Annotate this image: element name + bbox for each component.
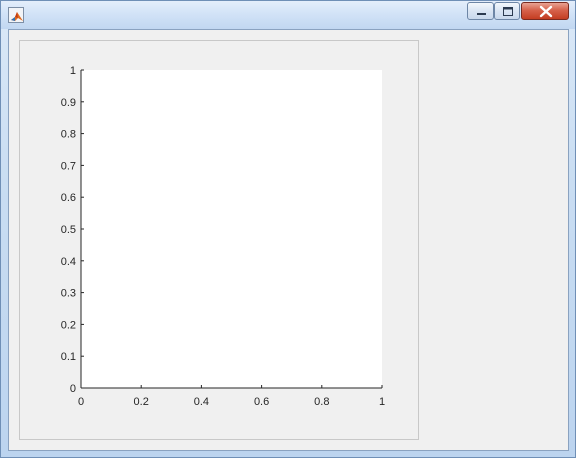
figure-client-area: 0 0.2 0.4 0.6 0.8 1 0 0.1 0.2 0.3 0.4 0.5 0.6 0.7 0.8 0… [8, 29, 569, 451]
axes-panel: 0 0.2 0.4 0.6 0.8 1 0 0.1 0.2 0.3 0.4 0.5 0.6 0.7 0.8 0… [19, 40, 419, 440]
figure-window: 0 0.2 0.4 0.6 0.8 1 0 0.1 0.2 0.3 0.4 0.5 0.6 0.7 0.8 0… [0, 0, 576, 458]
axes[interactable]: 0 0.2 0.4 0.6 0.8 1 0 0.1 0.2 0.3 0.4 0.5 0.6 0.7 0.8 0… [20, 41, 418, 439]
y-tick-label: 0.5 [61, 224, 76, 236]
maximize-icon [503, 7, 513, 16]
x-tick-label: 1 [379, 396, 385, 408]
y-tick-label: 0.8 [61, 129, 76, 141]
y-tick-label: 0.3 [61, 288, 76, 300]
x-tick-label: 0.6 [254, 396, 269, 408]
maximize-button[interactable] [494, 2, 520, 20]
close-icon [539, 5, 553, 18]
close-button[interactable] [521, 2, 569, 20]
x-tick-label: 0.4 [194, 396, 209, 408]
x-tick-label: 0.2 [134, 396, 149, 408]
minimize-button[interactable] [467, 2, 494, 20]
y-tick-label: 0 [70, 383, 76, 395]
y-tick-label: 0.6 [61, 192, 76, 204]
matlab-icon[interactable] [8, 7, 24, 23]
plot-area [81, 70, 382, 388]
minimize-icon [477, 13, 486, 15]
x-tick-label: 0 [78, 396, 84, 408]
y-tick-label: 1 [70, 65, 76, 77]
x-tick-label: 0.8 [314, 396, 329, 408]
y-tick-label: 0.7 [61, 160, 76, 172]
title-bar[interactable] [1, 1, 575, 29]
y-tick-label: 0.4 [61, 256, 76, 268]
y-tick-label: 0.2 [61, 319, 76, 331]
y-tick-label: 0.1 [61, 351, 76, 363]
y-tick-label: 0.9 [61, 97, 76, 109]
